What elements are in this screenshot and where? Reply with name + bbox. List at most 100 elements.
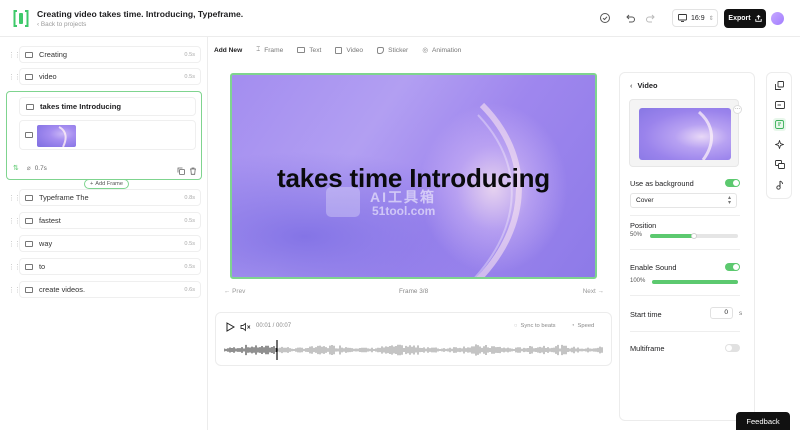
position-label: Position — [630, 221, 657, 230]
speed-button[interactable]: ◔ Speed — [571, 323, 594, 329]
frame-list-item[interactable]: ⋮⋮ fastest 0.5s — [8, 212, 201, 229]
frame-list-item[interactable]: ⋮⋮ Typeframe The 0.8s — [8, 189, 201, 206]
multiframe-toggle[interactable] — [725, 344, 740, 352]
frame-list-item[interactable]: ⋮⋮ to 0.5s — [8, 258, 201, 275]
tool-label: Animation — [432, 46, 462, 54]
active-frame-card[interactable]: takes time Introducing ⇅ ⌀ 0.7s — [6, 91, 202, 180]
video-preview[interactable]: ··· — [629, 99, 742, 167]
use-as-background-row: Use as background — [630, 179, 740, 188]
frame-duration: 0.5s — [184, 51, 195, 58]
tool-label: Frame — [264, 46, 284, 54]
prev-frame-button[interactable]: ← Prev — [224, 288, 245, 295]
enable-sound-toggle[interactable] — [725, 263, 740, 271]
add-sticker-tool[interactable]: Sticker — [377, 46, 409, 54]
properties-panel: ‹ Video ··· Use as background Cover ▴ ▾ P… — [619, 72, 755, 421]
audio-waveform[interactable] — [224, 340, 604, 360]
user-avatar[interactable] — [771, 12, 784, 25]
audio-icon[interactable] — [773, 178, 786, 191]
position-slider-handle[interactable] — [691, 233, 697, 239]
video-settings-icon[interactable] — [773, 118, 786, 131]
frame-label: way — [39, 239, 53, 248]
frame-label: Creating — [39, 50, 67, 59]
watermark-logo-icon — [326, 187, 360, 217]
frame-duration[interactable]: 0.7s — [35, 165, 47, 172]
text-layer-icon — [26, 103, 34, 110]
frame-list-item[interactable]: ⋮⋮ video 0.5s — [8, 68, 201, 85]
frame-timing[interactable]: ⇅ ⌀ 0.7s — [13, 164, 47, 173]
video-preview-thumbnail[interactable] — [639, 108, 731, 160]
duplicate-icon[interactable] — [177, 167, 185, 175]
frame-tool-icon: ⌶ — [256, 46, 261, 53]
effects-icon[interactable] — [773, 138, 786, 151]
video-thumbnail[interactable] — [37, 125, 76, 147]
volume-value: 100% — [630, 278, 646, 284]
frame-card[interactable]: Typeframe The 0.8s — [19, 189, 201, 206]
monitor-icon — [678, 14, 687, 22]
frame-text-layer[interactable]: takes time Introducing — [19, 97, 196, 116]
drag-handle-icon[interactable]: ⋮⋮ — [8, 240, 21, 248]
position-slider-track[interactable] — [650, 233, 738, 239]
transition-icon[interactable] — [773, 158, 786, 171]
frame-card[interactable]: video 0.5s — [19, 68, 201, 85]
add-frame-button[interactable]: + Add Frame — [84, 179, 129, 189]
sync-to-beats-button[interactable]: ◌ Sync to beats — [514, 323, 556, 329]
back-to-projects-link[interactable]: ‹ Back to projects — [37, 21, 86, 28]
text-settings-icon[interactable] — [773, 98, 786, 111]
use-as-background-toggle[interactable] — [725, 179, 740, 187]
position-slider[interactable]: 50% — [630, 232, 740, 240]
aspect-ratio-select[interactable]: 16:9 ⇕ — [672, 9, 718, 27]
volume-slider[interactable]: 100% — [630, 278, 740, 286]
reorder-arrows-icon[interactable]: ⇅ — [13, 164, 19, 172]
frame-list-item[interactable]: ⋮⋮ way 0.5s — [8, 235, 201, 252]
frame-card[interactable]: to 0.5s — [19, 258, 201, 275]
drag-handle-icon[interactable]: ⋮⋮ — [8, 263, 21, 271]
add-frame-tool[interactable]: ⌶ Frame — [256, 46, 283, 54]
frame-card[interactable]: create videos. 0.6s — [19, 281, 201, 298]
redo-icon[interactable] — [645, 12, 657, 24]
trash-icon[interactable] — [189, 167, 197, 175]
export-button[interactable]: Export — [724, 9, 766, 28]
feedback-button[interactable]: Feedback — [736, 412, 790, 430]
back-link-label: Back to projects — [40, 21, 87, 28]
drag-handle-icon[interactable]: ⋮⋮ — [8, 217, 21, 225]
frame-card[interactable]: way 0.5s — [19, 235, 201, 252]
frame-card[interactable]: Creating 0.5s — [19, 46, 201, 63]
chevron-left-icon[interactable]: ‹ — [630, 81, 632, 90]
frame-duration: 0.5s — [184, 73, 195, 80]
panel-heading: Video — [637, 81, 658, 90]
layers-icon[interactable] — [773, 79, 786, 92]
play-icon[interactable] — [226, 322, 235, 332]
typeframe-logo-icon[interactable] — [13, 9, 29, 28]
animation-tool-icon: ◎ — [422, 47, 429, 54]
frame-list-item[interactable]: ⋮⋮ Creating 0.5s — [8, 46, 201, 63]
volume-icon[interactable] — [240, 322, 251, 332]
drag-handle-icon[interactable]: ⋮⋮ — [8, 194, 21, 202]
start-time-row: Start time 0 s — [630, 307, 742, 319]
cloud-saved-icon[interactable] — [599, 12, 611, 24]
tool-label: Sticker — [388, 46, 409, 54]
frame-canvas[interactable]: takes time Introducing — [230, 73, 597, 279]
speed-icon: ◔ — [571, 323, 575, 329]
panel-header[interactable]: ‹ Video — [630, 81, 657, 90]
frame-label: video — [39, 72, 57, 81]
frame-text-label: takes time Introducing — [40, 102, 122, 111]
project-title[interactable]: Creating video takes time. Introducing, … — [37, 9, 243, 19]
fit-mode-select[interactable]: Cover ▴ ▾ — [630, 193, 737, 208]
drag-handle-icon[interactable]: ⋮⋮ — [8, 73, 21, 81]
drag-handle-icon[interactable]: ⋮⋮ — [8, 286, 21, 294]
add-text-tool[interactable]: Text — [297, 47, 321, 54]
tool-label: Video — [346, 46, 364, 54]
frame-card[interactable]: fastest 0.5s — [19, 212, 201, 229]
frame-list-item[interactable]: ⋮⋮ create videos. 0.6s — [8, 281, 201, 298]
text-frame-icon — [25, 286, 33, 293]
add-animation-tool[interactable]: ◎ Animation — [422, 46, 462, 55]
undo-icon[interactable] — [624, 12, 636, 24]
drag-handle-icon[interactable]: ⋮⋮ — [8, 51, 21, 59]
frame-media-layer[interactable] — [19, 120, 196, 150]
volume-slider-track[interactable] — [652, 280, 738, 284]
start-time-input[interactable]: 0 — [710, 307, 733, 319]
add-video-tool[interactable]: Video — [335, 46, 364, 54]
text-frame-icon — [25, 51, 33, 58]
next-frame-button[interactable]: Next → — [583, 288, 604, 295]
more-options-icon[interactable]: ··· — [733, 105, 742, 114]
